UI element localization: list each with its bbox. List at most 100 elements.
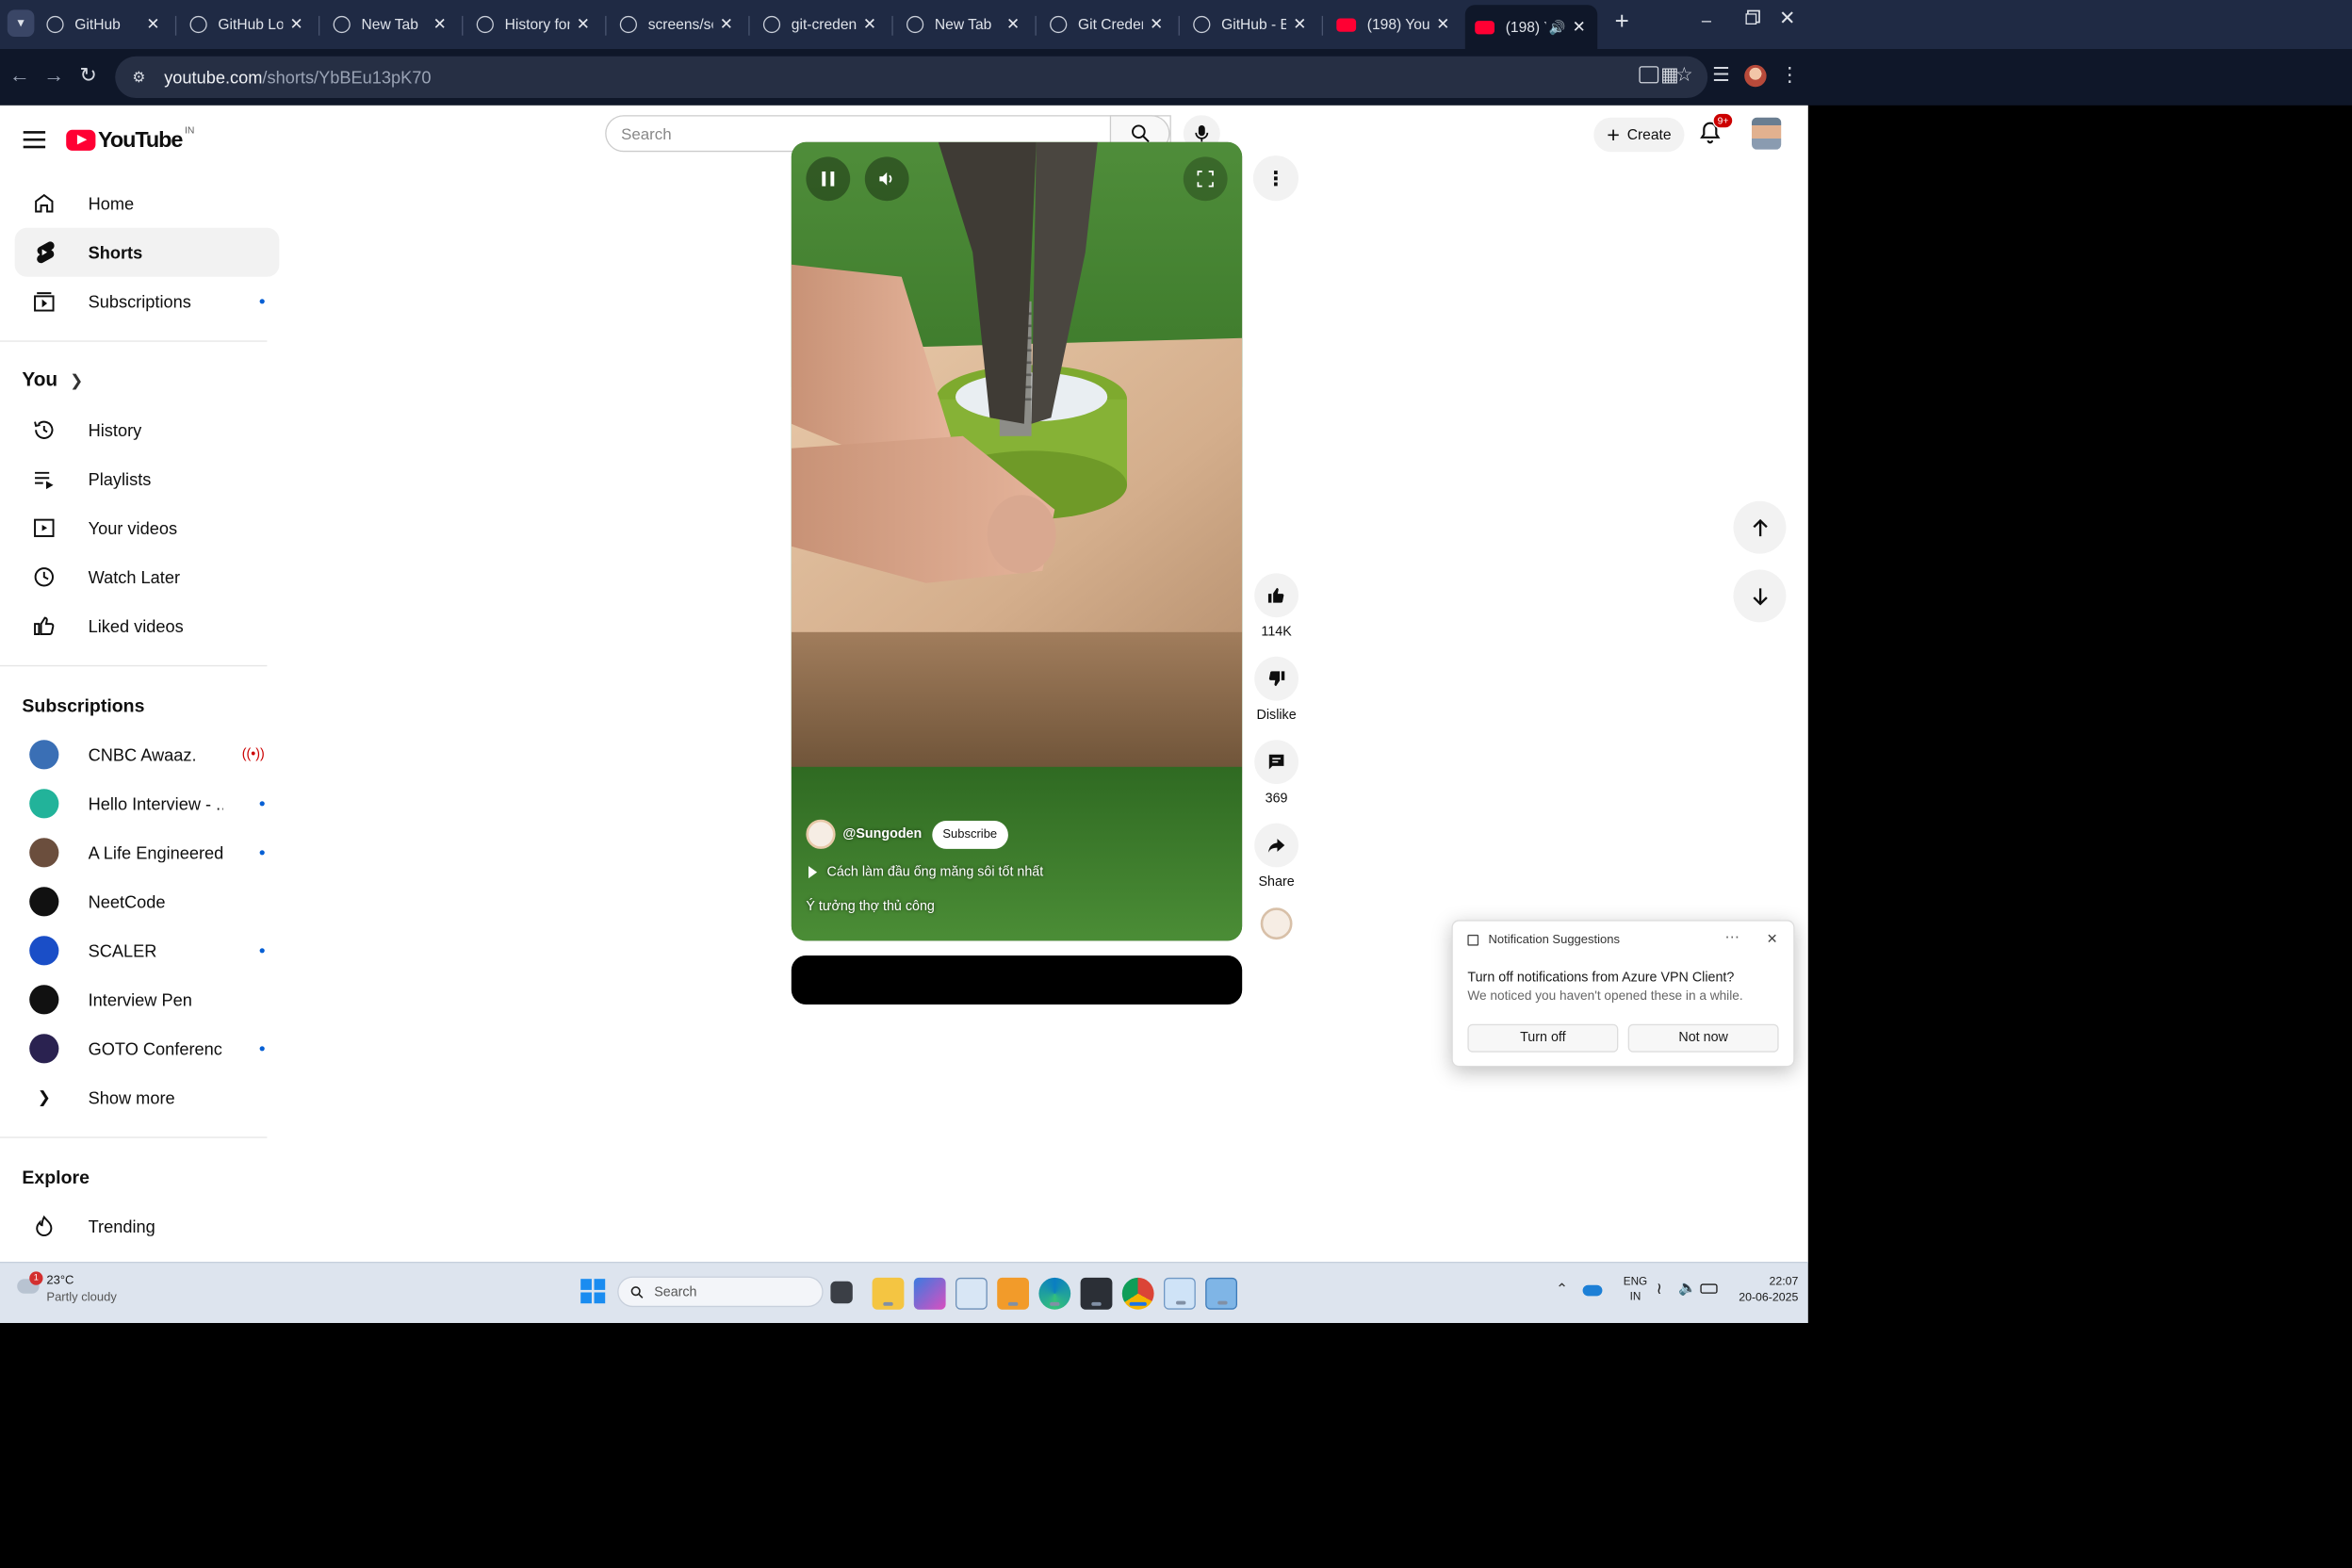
youtube-logo[interactable]: YouTube IN xyxy=(66,125,194,153)
settings-window-icon[interactable] xyxy=(955,1277,988,1310)
more-options-icon[interactable]: ⋯ xyxy=(1724,928,1740,945)
previous-short-button[interactable] xyxy=(1733,500,1787,554)
tab-close-icon[interactable]: ✕ xyxy=(1148,15,1165,35)
tab-close-icon[interactable]: ✕ xyxy=(288,15,305,35)
turn-off-button[interactable]: Turn off xyxy=(1467,1023,1619,1053)
search-input[interactable]: Search xyxy=(621,124,672,143)
language-indicator[interactable]: ENG IN xyxy=(1617,1274,1654,1303)
profile-avatar[interactable] xyxy=(1744,64,1767,88)
not-now-button[interactable]: Not now xyxy=(1627,1023,1779,1053)
minimize-button[interactable]: – xyxy=(1688,5,1724,34)
next-short-preview[interactable] xyxy=(791,955,1243,1004)
subscribe-button[interactable]: Subscribe xyxy=(931,820,1008,849)
forward-button[interactable]: → xyxy=(41,64,66,89)
comments-button[interactable] xyxy=(1254,740,1298,784)
back-button[interactable]: ← xyxy=(8,64,32,89)
short-subtitle[interactable]: Ý tưởng thợ thủ công xyxy=(806,899,934,914)
tab-close-icon[interactable]: ✕ xyxy=(1434,15,1451,35)
browser-tab[interactable]: GitHub - Build... ✕ xyxy=(1184,8,1318,41)
sidebar-item-cnbc-awaaz[interactable]: CNBC Awaaz. ((•)) xyxy=(15,730,280,779)
edge-browser-icon[interactable] xyxy=(1038,1277,1071,1310)
dislike-button[interactable] xyxy=(1254,656,1298,701)
browser-tab[interactable]: GitHub ✕ xyxy=(37,8,172,41)
audio-playing-icon[interactable]: 🔊 xyxy=(1549,19,1566,35)
reload-button[interactable]: ↻ xyxy=(76,64,101,89)
browser-tab[interactable]: GitHub Login Is...✕ xyxy=(180,8,315,41)
like-button[interactable] xyxy=(1254,573,1298,618)
sidebar-item-watch-later[interactable]: Watch Later xyxy=(15,552,280,601)
onedrive-icon[interactable] xyxy=(1582,1284,1603,1297)
weather-widget[interactable]: 1 23°C Partly cloudy xyxy=(15,1271,162,1313)
sidebar-item-trending[interactable]: Trending xyxy=(15,1201,280,1250)
sidebar-item-home[interactable]: Home xyxy=(15,179,280,228)
sidebar-item-neetcode[interactable]: NeetCode xyxy=(15,877,280,926)
hamburger-menu-button[interactable] xyxy=(20,125,49,155)
terminal-icon[interactable] xyxy=(1080,1277,1113,1310)
account-avatar[interactable] xyxy=(1751,117,1782,150)
sidebar-item-liked-videos[interactable]: Liked videos xyxy=(15,601,280,650)
tab-close-icon[interactable]: ✕ xyxy=(718,15,735,35)
tab-close-icon[interactable]: ✕ xyxy=(1291,15,1308,35)
menu-kebab-icon[interactable]: ⋮ xyxy=(1776,62,1804,90)
app-orange-icon[interactable] xyxy=(997,1277,1029,1310)
remote-desktop-icon[interactable] xyxy=(1205,1277,1237,1310)
file-explorer-icon[interactable] xyxy=(872,1277,905,1310)
sound-avatar[interactable] xyxy=(1260,907,1293,940)
browser-tab[interactable]: Git Credential M... ✕ xyxy=(1040,8,1175,41)
close-window-button[interactable]: ✕ xyxy=(1769,5,1805,34)
tab-close-icon[interactable]: ✕ xyxy=(575,15,592,35)
taskbar-search[interactable]: Search xyxy=(617,1276,824,1308)
short-title-row[interactable]: Cách làm đầu ống măng sôi tốt nhất xyxy=(808,865,1043,879)
media-controls-icon[interactable]: ☰ xyxy=(1707,62,1735,90)
tab-close-icon[interactable]: ✕ xyxy=(432,15,449,35)
sidebar-item-history[interactable]: History xyxy=(15,405,280,454)
new-tab-button[interactable]: + xyxy=(1608,8,1637,37)
tab-close-icon[interactable]: ✕ xyxy=(1004,15,1021,35)
tab-close-icon[interactable]: ✕ xyxy=(144,15,161,35)
channel-avatar[interactable] xyxy=(806,819,836,849)
sidebar-item-goto-conferenc[interactable]: GOTO Conferenc... xyxy=(15,1024,280,1073)
browser-tab[interactable]: (198) YouTube✕ xyxy=(1327,8,1462,41)
more-options-button[interactable]: ⋮ xyxy=(1252,155,1298,202)
copilot-icon[interactable] xyxy=(913,1277,946,1310)
browser-tab[interactable]: History for scre... ✕ xyxy=(466,8,601,41)
next-short-button[interactable] xyxy=(1733,569,1787,623)
address-bar[interactable]: ⚙ youtube.com/shorts/YbBEu13pK70 ☆ xyxy=(115,56,1708,98)
browser-tab[interactable]: New Tab ✕ xyxy=(323,8,458,41)
tab-close-icon[interactable]: ✕ xyxy=(861,15,878,35)
snipping-tool-icon[interactable] xyxy=(1164,1277,1196,1310)
you-section-header[interactable]: You ❯ xyxy=(0,356,294,405)
sidebar-item-hello-interview[interactable]: Hello Interview - ... xyxy=(15,779,280,828)
speaker-icon[interactable]: 🔈 xyxy=(1678,1279,1696,1296)
short-player[interactable]: @Sungoden Subscribe Cách làm đầu ống măn… xyxy=(791,141,1243,941)
browser-tab[interactable]: (198) Ý tưở...🔊 ✕ xyxy=(1464,5,1598,49)
sidebar-item-a-life-engineered[interactable]: A Life Engineered xyxy=(15,828,280,877)
share-button[interactable] xyxy=(1254,823,1298,868)
browser-tab[interactable]: screens/screen... ✕ xyxy=(610,8,744,41)
wifi-icon[interactable]: ≀ xyxy=(1657,1279,1662,1298)
show-more-button[interactable]: ❯ Show more xyxy=(15,1073,280,1122)
sidebar-item-interview-pen[interactable]: Interview Pen xyxy=(15,975,280,1024)
sidebar-item-subscriptions[interactable]: Subscriptions xyxy=(15,277,280,326)
tab-search-button[interactable]: ▾ xyxy=(7,9,35,37)
notifications-button[interactable]: 9+ xyxy=(1698,112,1734,149)
tab-close-icon[interactable]: ✕ xyxy=(1571,17,1588,37)
volume-button[interactable] xyxy=(864,156,909,202)
extensions-icon[interactable]: ▦ xyxy=(1657,62,1684,90)
sidebar-item-shorts[interactable]: Shorts xyxy=(14,227,280,277)
chevron-up-icon[interactable]: ⌃ xyxy=(1556,1281,1568,1298)
sidebar-item-scaler[interactable]: SCALER xyxy=(15,926,280,975)
sidebar-item-playlists[interactable]: Playlists xyxy=(15,454,280,503)
sidebar-item-shopping[interactable]: Shopping xyxy=(15,1250,280,1262)
task-view-icon[interactable] xyxy=(830,1281,853,1304)
start-button[interactable] xyxy=(580,1279,606,1304)
battery-icon[interactable] xyxy=(1700,1283,1718,1294)
create-button[interactable]: + Create xyxy=(1593,117,1685,153)
browser-tab[interactable]: git-credential-...✕ xyxy=(754,8,889,41)
site-info-icon[interactable]: ⚙ xyxy=(132,69,149,86)
restore-button[interactable] xyxy=(1732,5,1769,34)
pause-button[interactable] xyxy=(806,156,851,202)
sidebar-item-your-videos[interactable]: Your videos xyxy=(15,503,280,552)
browser-tab[interactable]: New Tab ✕ xyxy=(897,8,1032,41)
close-icon[interactable]: ✕ xyxy=(1767,931,1778,947)
